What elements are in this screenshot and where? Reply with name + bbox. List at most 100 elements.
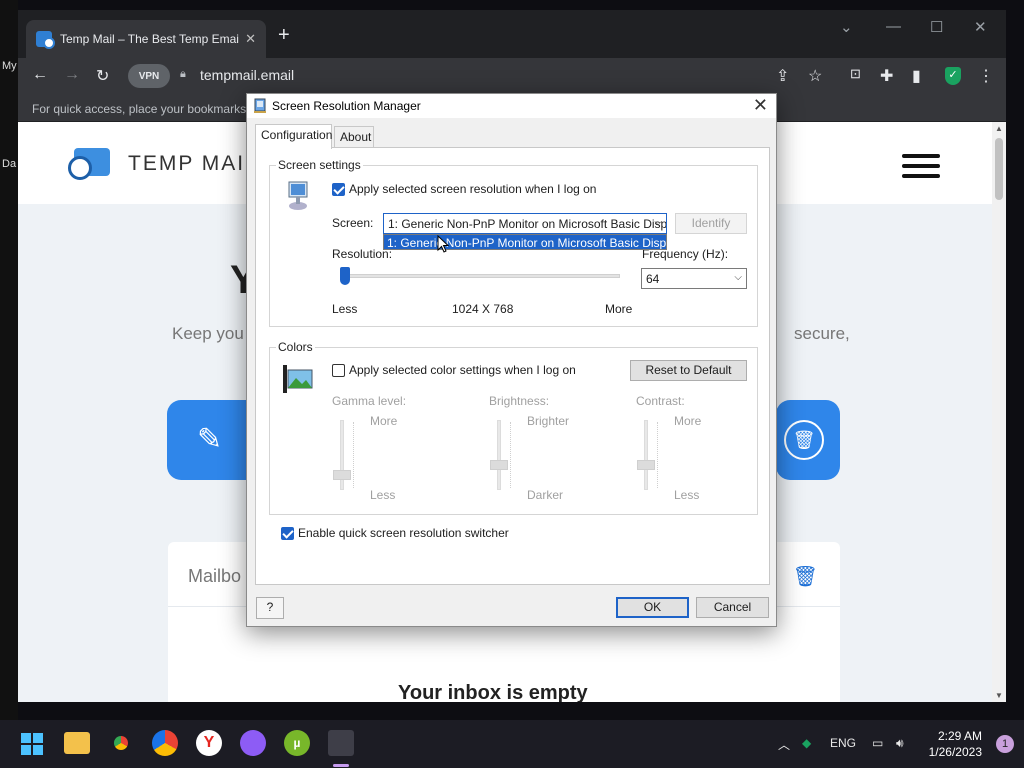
active-app-indicator	[333, 764, 349, 767]
gamma-less-label: Less	[370, 488, 396, 502]
apply-color-check[interactable]	[332, 363, 345, 377]
desktop-label-my: My	[2, 60, 17, 72]
scroll-up-icon[interactable]: ▲	[995, 124, 1003, 133]
contrast-less-label: Less	[674, 488, 700, 502]
tab-configuration[interactable]: Configuration	[255, 124, 332, 149]
quick-switcher-checkbox[interactable]: Enable quick screen resolution switcher	[281, 526, 509, 540]
browser-toolbar: ← → ↻ VPN 🔒︎ tempmail.email ⇪ ☆ ⊡ ✚ ▮ ✓ …	[18, 58, 1006, 94]
clock[interactable]: 2:29 AM 1/26/2023	[929, 728, 982, 760]
site-logo-text[interactable]: TEMP MAIL	[128, 152, 259, 176]
contrast-label: Contrast:	[636, 394, 685, 408]
side-panel-icon[interactable]: ▮	[912, 66, 921, 86]
ok-button[interactable]: OK	[616, 597, 689, 618]
dialog-titlebar: Screen Resolution Manager ✕	[247, 94, 776, 118]
chrome-beta-icon[interactable]	[152, 730, 178, 756]
scroll-down-icon[interactable]: ▼	[995, 691, 1003, 700]
mouse-cursor-icon	[437, 235, 449, 253]
gamma-more-label: More	[370, 414, 398, 428]
password-lock-icon[interactable]: ⊡	[850, 66, 861, 82]
screen-option-1[interactable]: 1: Generic Non-PnP Monitor on Microsoft …	[383, 234, 667, 250]
resolution-less-label: Less	[332, 302, 358, 316]
language-indicator[interactable]: ENG	[830, 736, 856, 750]
inbox-empty-text: Your inbox is empty	[398, 682, 588, 702]
volume-icon[interactable]: 🔊︎	[896, 736, 904, 751]
clock-date: 1/26/2023	[928, 745, 982, 759]
back-icon[interactable]: ←	[32, 66, 48, 84]
monitor-icon	[288, 181, 308, 210]
trash-icon: 🗑︎	[784, 420, 824, 460]
mailbox-trash-icon[interactable]: 🗑︎	[793, 564, 818, 589]
apply-color-checkbox[interactable]: Apply selected color settings when I log…	[332, 363, 576, 377]
tray-overflow-chevron-icon[interactable]: ︿	[778, 736, 790, 753]
tray-shield-icon[interactable]: ◆	[802, 736, 811, 750]
hamburger-menu-icon[interactable]	[902, 154, 940, 184]
apply-resolution-check[interactable]	[332, 182, 345, 196]
frequency-chevron-icon: ⌵	[734, 272, 742, 283]
gamma-label: Gamma level:	[332, 394, 407, 408]
help-button[interactable]: ?	[256, 597, 284, 619]
forward-icon[interactable]: →	[64, 66, 80, 84]
contrast-slider-track[interactable]	[644, 420, 648, 490]
colors-group: Colors Apply selected color settings whe…	[269, 340, 758, 515]
quick-switcher-label: Enable quick screen resolution switcher	[298, 526, 509, 540]
scrollbar-thumb[interactable]	[995, 138, 1003, 200]
vpn-badge[interactable]: VPN	[128, 64, 170, 88]
gamma-slider-thumb[interactable]	[333, 470, 351, 480]
taskbar: Y µ ︿ ◆ ENG ▭ 🔊︎ 2:29 AM 1/26/2023 1	[0, 720, 1024, 768]
tempmail-logo-icon[interactable]	[68, 144, 110, 184]
help-icon: ?	[266, 600, 274, 614]
minimize-icon[interactable]: —	[886, 18, 901, 35]
bookmark-star-icon[interactable]: ☆	[808, 66, 822, 86]
apply-resolution-checkbox[interactable]: Apply selected screen resolution when I …	[332, 182, 596, 196]
chrome-icon[interactable]	[108, 730, 134, 756]
reset-to-default-button[interactable]: Reset to Default	[630, 360, 747, 381]
contrast-more-label: More	[674, 414, 702, 428]
delete-email-button[interactable]: 🗑︎	[776, 400, 840, 480]
brightness-slider-track[interactable]	[497, 420, 501, 490]
tab-search-icon[interactable]: ⌄	[840, 18, 853, 36]
dialog-close-icon[interactable]: ✕	[753, 95, 768, 116]
windows-start-icon[interactable]	[21, 733, 43, 755]
tab-about[interactable]: About	[334, 126, 374, 148]
share-icon[interactable]: ⇪	[776, 66, 789, 86]
file-explorer-icon[interactable]	[64, 732, 90, 754]
hero-text-right: secure,	[794, 324, 850, 343]
resolution-value: 1024 X 768	[452, 302, 514, 316]
network-icon[interactable]: ▭	[872, 736, 883, 750]
window-close-icon[interactable]: ✕	[974, 18, 987, 36]
yandex-browser-icon[interactable]: Y	[196, 730, 222, 756]
brightness-darker-label: Darker	[527, 488, 564, 502]
screen-resolution-dialog: Screen Resolution Manager ✕ Configuratio…	[246, 93, 777, 627]
maximize-icon[interactable]: ☐	[930, 18, 943, 36]
screen-select-value: 1: Generic Non-PnP Monitor on Microsoft …	[388, 217, 667, 231]
hero-text-left: Keep you	[172, 324, 244, 343]
tab-tempmail[interactable]: Temp Mail – The Best Temp Email ✕	[26, 20, 266, 58]
screen-settings-legend: Screen settings	[276, 158, 363, 172]
tab-title: Temp Mail – The Best Temp Email	[60, 32, 240, 46]
contrast-slider-thumb[interactable]	[637, 460, 655, 470]
screen-label: Screen:	[332, 216, 374, 230]
lock-icon[interactable]: 🔒︎	[180, 68, 186, 81]
identify-button[interactable]: Identify	[675, 213, 747, 234]
desktop-edge: My Da	[0, 0, 18, 720]
notification-badge[interactable]: 1	[996, 735, 1014, 753]
resolution-slider-thumb[interactable]	[340, 267, 350, 285]
screen-select[interactable]: 1: Generic Non-PnP Monitor on Microsoft …	[383, 213, 667, 234]
extensions-icon[interactable]: ✚	[880, 66, 893, 86]
frequency-select[interactable]: 64 ⌵	[641, 268, 747, 289]
tab-close-icon[interactable]: ✕	[245, 31, 256, 47]
resolution-slider-track[interactable]	[340, 274, 620, 278]
address-bar[interactable]: tempmail.email	[200, 67, 294, 83]
adblock-shield-icon[interactable]: ✓	[945, 67, 961, 85]
menu-kebab-icon[interactable]: ⋮	[978, 66, 994, 86]
quick-switcher-check[interactable]	[281, 526, 294, 540]
page-scrollbar[interactable]: ▲ ▼	[992, 122, 1006, 702]
reload-icon[interactable]: ↻	[96, 66, 109, 86]
cancel-button[interactable]: Cancel	[696, 597, 769, 618]
brightness-slider-thumb[interactable]	[490, 460, 508, 470]
new-tab-button[interactable]: +	[278, 24, 290, 47]
screen-resolution-manager-taskbar-icon[interactable]	[328, 730, 354, 756]
alice-assistant-icon[interactable]	[240, 730, 266, 756]
utorrent-icon[interactable]: µ	[284, 730, 310, 756]
screen-settings-group: Screen settings Apply selected screen re…	[269, 158, 758, 327]
